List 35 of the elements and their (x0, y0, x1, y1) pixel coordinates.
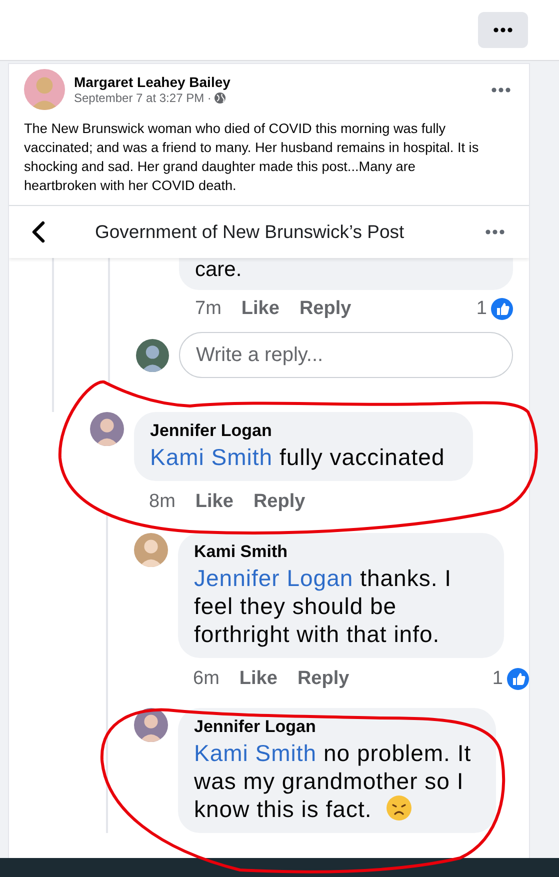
avatar (90, 412, 124, 446)
comment-time: 6m (193, 668, 220, 690)
comment-text: Kami Smith no problem. It was my grandmother so I know this is fact. (194, 739, 472, 823)
more-icon (493, 27, 513, 33)
like-link[interactable]: Like (239, 668, 278, 690)
more-icon (485, 229, 505, 235)
like-link[interactable]: Like (195, 491, 234, 513)
more-button[interactable] (478, 12, 528, 48)
reply-field[interactable]: Write a reply... (179, 332, 513, 378)
avatar (134, 533, 168, 567)
comment-text: Jennifer Logan thanks. I feel they should be forthright with that info. (194, 564, 453, 648)
reaction-count: 1 (492, 668, 503, 690)
reply-link[interactable]: Reply (297, 668, 350, 690)
like-link[interactable]: Like (241, 298, 280, 320)
comment-author: Jennifer Logan (194, 717, 317, 737)
post-author[interactable]: Margaret Leahey Bailey (74, 74, 482, 90)
avatar (24, 69, 65, 110)
post-text: The New Brunswick woman who died of COVID this morning was fully vaccinated; and was a friend to many. Her husband remains in hospital. It is shocking and sad. Her grand daughter made this post...Many are heartbroken with her COVID death. (24, 120, 480, 195)
screenshot-title: Government of New Brunswick’s Post (95, 221, 406, 243)
globe-icon (214, 92, 226, 104)
thumbs-up-icon (491, 298, 513, 320)
comment-text: care. (179, 258, 513, 290)
more-icon (491, 86, 511, 92)
post-timestamp[interactable]: September 7 at 3:27 PM · (74, 91, 212, 105)
comment-time: 8m (149, 491, 176, 513)
reaction-count: 1 (476, 298, 487, 320)
reply-link[interactable]: Reply (253, 491, 306, 513)
comment-time: 7m (195, 298, 222, 320)
reply-link[interactable]: Reply (299, 298, 352, 320)
avatar (134, 708, 168, 742)
back-icon[interactable] (31, 221, 45, 243)
comment-author: Kami Smith (194, 542, 289, 562)
avatar (136, 338, 169, 372)
comment-author: Jennifer Logan (150, 421, 273, 441)
comment-text: Kami Smith fully vaccinated (150, 443, 446, 471)
